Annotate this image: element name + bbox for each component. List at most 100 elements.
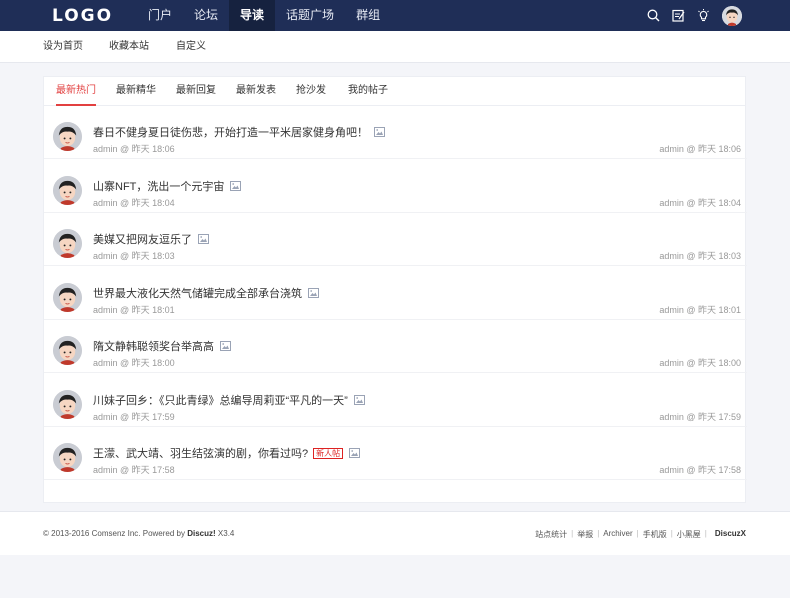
thread-title[interactable]: 王濛、武大靖、羽生结弦演的剧，你看过吗? 新人帖 <box>93 445 361 461</box>
thread-title[interactable]: 世界最大液化天然气储罐完成全部承台浇筑 <box>93 285 319 301</box>
thread-meta: admin @ 昨天 17:58 <box>93 465 175 475</box>
tab-my-threads[interactable]: 我的帖子 <box>348 77 388 105</box>
footer-link-blacklist[interactable]: 小黑屋 <box>677 529 701 540</box>
search-icon[interactable] <box>645 8 661 24</box>
last-post-author[interactable]: admin <box>659 305 684 315</box>
thread-author[interactable]: admin <box>93 358 118 368</box>
footer-link-report[interactable]: 举报 <box>577 529 593 540</box>
thread-row: 川妹子回乡：《只此青绿》总编导周莉亚“平凡的一天” admin @ 昨天 17:5… <box>44 374 747 427</box>
author-avatar[interactable] <box>53 443 82 472</box>
tab-hot[interactable]: 最新热门 <box>56 77 96 106</box>
last-post-author[interactable]: admin <box>659 251 684 261</box>
lightbulb-icon[interactable] <box>695 8 711 24</box>
divider: | <box>597 529 600 538</box>
last-post-time: 昨天 18:01 <box>697 304 741 315</box>
author-avatar[interactable] <box>53 282 82 312</box>
nav-item-forum[interactable]: 论坛 <box>183 0 229 31</box>
image-attachment-icon <box>230 180 242 191</box>
nav-item-topics[interactable]: 话题广场 <box>275 0 345 31</box>
thread-meta: admin @ 昨天 18:03 <box>93 251 175 261</box>
thread-title-text[interactable]: 山寨NFT，洗出一个元宇宙 <box>93 178 224 194</box>
image-attachment-icon <box>198 234 209 244</box>
new-user-badge: 新人帖 <box>313 447 344 459</box>
thread-row: 美媒又把网友逗乐了 admin @ 昨天 18:03 admin @ 昨天 18:0… <box>44 213 747 266</box>
footer-link-mobile[interactable]: 手机版 <box>643 529 667 540</box>
thread-author[interactable]: admin <box>93 465 118 475</box>
tab-latest-post[interactable]: 最新发表 <box>236 77 276 105</box>
thread-time: 昨天 18:06 <box>131 144 175 154</box>
thread-title[interactable]: 川妹子回乡：《只此青绿》总编导周莉亚“平凡的一天” <box>93 392 365 408</box>
author-avatar[interactable] <box>53 122 82 151</box>
last-post-time: 昨天 18:00 <box>697 358 741 368</box>
footer-link-stats[interactable]: 站点统计 <box>535 529 567 540</box>
thread-time: 昨天 18:00 <box>131 358 175 368</box>
last-post-time: 昨天 18:03 <box>697 251 741 261</box>
last-post-time: 昨天 17:58 <box>697 465 741 475</box>
set-homepage-link[interactable]: 设为首页 <box>43 31 83 63</box>
last-post-meta: admin @ 昨天 17:58 <box>659 465 741 475</box>
thread-meta: admin @ 昨天 18:04 <box>93 197 175 208</box>
thread-time: 昨天 18:03 <box>131 251 175 261</box>
author-avatar[interactable] <box>53 389 82 419</box>
thread-author[interactable]: admin <box>93 198 118 208</box>
thread-author[interactable]: admin <box>93 144 118 154</box>
customize-link[interactable]: 自定义 <box>176 31 206 63</box>
header-actions <box>636 0 742 31</box>
author-avatar[interactable] <box>53 336 82 365</box>
tab-digest[interactable]: 最新精华 <box>116 77 156 105</box>
nav-item-portal[interactable]: 门户 <box>137 0 183 31</box>
thread-title-text[interactable]: 美媒又把网友逗乐了 <box>93 231 192 247</box>
top-navbar: LOGO 门户 论坛 导读 话题广场 群组 <box>0 0 790 31</box>
last-post-meta: admin @ 昨天 18:00 <box>659 358 741 368</box>
bookmark-site-link[interactable]: 收藏本站 <box>109 31 149 63</box>
last-post-time: 昨天 17:59 <box>697 411 741 422</box>
edit-icon[interactable] <box>670 8 686 24</box>
copyright-text: © 2013-2016 Comsenz Inc. Powered by <box>43 529 185 538</box>
thread-time: 昨天 17:58 <box>131 465 175 475</box>
thread-title-text[interactable]: 隋文静韩聪领奖台举高高 <box>93 338 214 354</box>
thread-title[interactable]: 春日不健身夏日徒伤悲，开始打造一平米居家健身角吧！ <box>93 124 385 140</box>
thread-title-text[interactable]: 春日不健身夏日徒伤悲，开始打造一平米居家健身角吧！ <box>93 124 368 140</box>
thread-meta: admin @ 昨天 18:01 <box>93 304 175 315</box>
thread-title[interactable]: 美媒又把网友逗乐了 <box>93 231 209 247</box>
last-post-meta: admin @ 昨天 18:06 <box>659 144 741 154</box>
last-post-author[interactable]: admin <box>659 144 684 154</box>
author-avatar[interactable] <box>53 175 82 205</box>
product-link[interactable]: Discuz! <box>187 529 215 538</box>
thread-author[interactable]: admin <box>93 251 118 261</box>
last-post-author[interactable]: admin <box>659 358 684 368</box>
footer-link-archiver[interactable]: Archiver <box>603 529 632 540</box>
thread-title[interactable]: 隋文静韩聪领奖台举高高 <box>93 338 231 354</box>
tab-latest-reply[interactable]: 最新回复 <box>176 77 216 105</box>
last-post-author[interactable]: admin <box>659 412 684 422</box>
user-avatar[interactable] <box>722 5 742 26</box>
image-attachment-icon <box>349 448 361 458</box>
nav-item-groups[interactable]: 群组 <box>345 0 391 31</box>
footer-brand[interactable]: DiscuzX <box>715 529 746 540</box>
image-attachment-icon <box>374 127 385 137</box>
author-avatar[interactable] <box>53 229 82 258</box>
copyright: © 2013-2016 Comsenz Inc. Powered by Disc… <box>43 529 234 538</box>
thread-title[interactable]: 山寨NFT，洗出一个元宇宙 <box>93 178 242 194</box>
last-post-author[interactable]: admin <box>659 198 684 208</box>
image-attachment-icon <box>220 341 231 351</box>
thread-meta: admin @ 昨天 18:06 <box>93 144 175 154</box>
thread-row: 山寨NFT，洗出一个元宇宙 admin @ 昨天 18:04 admin @ 昨天 … <box>44 160 747 213</box>
divider: | <box>636 529 639 538</box>
divider: | <box>704 529 707 538</box>
thread-title-text[interactable]: 川妹子回乡：《只此青绿》总编导周莉亚“平凡的一天” <box>93 392 348 408</box>
last-post-time: 昨天 18:04 <box>697 197 741 208</box>
nav-item-guide[interactable]: 导读 <box>229 0 276 31</box>
last-post-author[interactable]: admin <box>659 465 684 475</box>
thread-title-text[interactable]: 王濛、武大靖、羽生结弦演的剧，你看过吗? <box>93 445 308 461</box>
thread-row: 隋文静韩聪领奖台举高高 admin @ 昨天 18:00 admin @ 昨天 18… <box>44 320 747 373</box>
main-nav: 门户 论坛 导读 话题广场 群组 <box>137 0 391 31</box>
thread-title-text[interactable]: 世界最大液化天然气储罐完成全部承台浇筑 <box>93 285 302 301</box>
thread-row: 春日不健身夏日徒伤悲，开始打造一平米居家健身角吧！ admin @ 昨天 18:0… <box>44 106 747 159</box>
site-logo[interactable]: LOGO <box>52 6 113 26</box>
tab-sofa[interactable]: 抢沙发 <box>296 77 326 105</box>
thread-author[interactable]: admin <box>93 305 118 315</box>
thread-author[interactable]: admin <box>93 412 118 422</box>
footer: © 2013-2016 Comsenz Inc. Powered by Disc… <box>0 511 790 555</box>
last-post-meta: admin @ 昨天 17:59 <box>659 411 741 422</box>
